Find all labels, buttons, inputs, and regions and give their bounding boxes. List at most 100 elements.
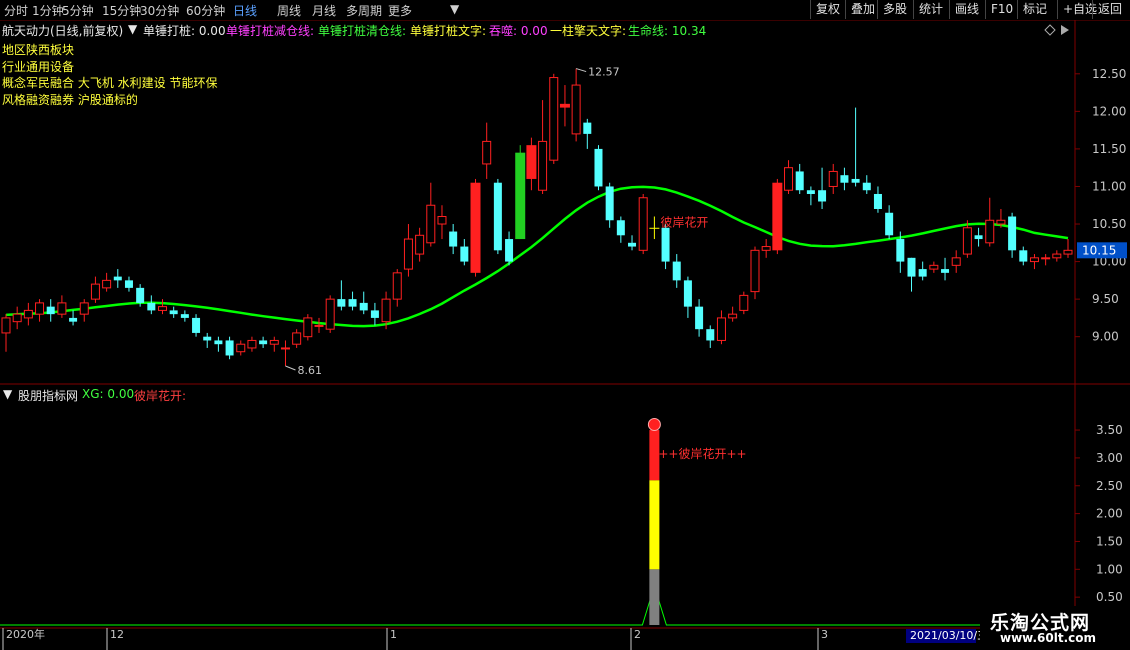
diamond-icon — [1044, 24, 1056, 36]
candle-body — [885, 212, 894, 236]
candle — [907, 257, 916, 292]
candle — [526, 137, 537, 191]
candle — [885, 205, 894, 240]
signal-bar-segment — [649, 569, 660, 625]
y-tick-label: 10.50 — [1092, 217, 1126, 231]
candle — [583, 118, 592, 149]
candle — [46, 299, 55, 322]
candle — [1, 314, 11, 352]
candle-body — [158, 306, 168, 311]
period-tab-3[interactable]: 15分钟 — [102, 2, 141, 19]
candle-body — [559, 103, 570, 108]
toolbar-button-5[interactable]: F10 — [985, 0, 1018, 19]
candle-body — [247, 339, 257, 349]
candle — [806, 186, 815, 206]
candle — [985, 197, 995, 247]
candle-body — [515, 152, 526, 240]
candle-body — [761, 246, 771, 251]
life-line — [5, 185, 1069, 328]
candle — [437, 205, 447, 240]
candle-body — [35, 302, 45, 315]
toolbar-button-6[interactable]: 标记 — [1017, 0, 1052, 19]
period-tab-2[interactable]: 5分钟 — [62, 2, 94, 19]
candle — [493, 178, 502, 255]
x-axis-label: 2 — [634, 628, 641, 641]
reduce-line-label: 单锤打桩减仓线: — [226, 24, 315, 38]
candle-body — [180, 314, 189, 318]
xg-line — [0, 584, 1075, 626]
candle — [840, 167, 849, 191]
candle-body — [280, 347, 290, 350]
candle — [784, 160, 794, 194]
period-tab-7[interactable]: 周线 — [277, 2, 301, 19]
candle — [79, 299, 89, 322]
toolbar-button-1[interactable]: 叠加 — [845, 0, 880, 19]
xg-value: XG: 0.00 — [82, 387, 135, 401]
candle — [337, 280, 346, 311]
yizhu-label: 一柱擎天文字: — [550, 24, 627, 38]
candle-body — [951, 257, 961, 266]
x-axis-label: 1 — [390, 628, 397, 641]
candle-body — [1008, 216, 1017, 251]
candle — [269, 336, 279, 352]
candle — [661, 224, 670, 270]
period-tab-9[interactable]: 多周期 — [346, 2, 382, 19]
period-tab-8[interactable]: 月线 — [312, 2, 336, 19]
period-tab-5[interactable]: 60分钟 — [186, 2, 225, 19]
period-tab-6[interactable]: 日线 — [233, 2, 257, 19]
sub-toggle-icon[interactable]: ▼ — [3, 387, 12, 401]
candle-body — [1052, 253, 1062, 259]
candle — [236, 340, 246, 356]
candle — [616, 216, 625, 243]
toolbar-button-4[interactable]: 画线 — [949, 0, 984, 19]
candle-body — [269, 339, 279, 345]
sub-y-tick-label: 3.00 — [1096, 451, 1123, 465]
y-tick-label: 12.50 — [1092, 67, 1126, 81]
candle — [538, 100, 548, 194]
candle-body — [12, 313, 22, 323]
toolbar-button-3[interactable]: 统计 — [913, 0, 948, 19]
period-tab-4[interactable]: 30分钟 — [140, 2, 179, 19]
candle-body — [449, 231, 458, 247]
candle-body — [493, 182, 502, 251]
candle — [158, 299, 168, 315]
candle-body — [695, 306, 704, 330]
candle — [403, 224, 413, 277]
candle-body — [907, 257, 916, 277]
candle-body — [1029, 257, 1039, 263]
candle-body — [549, 77, 559, 161]
candle-body — [571, 84, 581, 135]
candle — [370, 302, 379, 326]
toolbar-button-0[interactable]: 复权 — [810, 0, 845, 19]
candle — [259, 336, 268, 348]
candle — [348, 291, 357, 311]
toolbar-button-2[interactable]: 多股 — [877, 0, 912, 19]
candle-body — [941, 269, 950, 273]
more-dropdown-icon[interactable]: ▼ — [450, 2, 459, 16]
y-tick-label: 9.50 — [1092, 292, 1119, 306]
period-tab-10[interactable]: 更多 — [388, 2, 412, 19]
period-tab-1[interactable]: 1分钟 — [32, 2, 64, 19]
candle-body — [716, 317, 726, 341]
text-label: 单锤打桩文字: — [410, 24, 487, 38]
candle-body — [403, 238, 413, 270]
candle — [559, 85, 570, 127]
expand-icon — [1061, 25, 1069, 35]
indicator-toggle-icon[interactable]: ▼ — [128, 22, 137, 36]
info-concept: 概念军民融合 大飞机 水利建设 节能环保 — [2, 76, 218, 90]
candle — [460, 239, 469, 266]
candle — [515, 145, 526, 240]
y-tick-label: 11.50 — [1092, 142, 1126, 156]
candle — [918, 261, 927, 281]
toolbar-button-8[interactable]: 返回 — [1092, 0, 1127, 19]
candle — [706, 325, 715, 348]
candle-body — [1019, 250, 1028, 262]
sub-y-tick-label: 3.50 — [1096, 423, 1123, 437]
life-line-value: 生命线: 10.34 — [628, 24, 707, 38]
period-tab-0[interactable]: 分时 — [4, 2, 28, 19]
candle — [35, 299, 45, 322]
candle-body — [124, 280, 133, 288]
candle-body — [985, 219, 995, 244]
candle-body — [259, 340, 268, 345]
candle-body — [828, 170, 838, 187]
